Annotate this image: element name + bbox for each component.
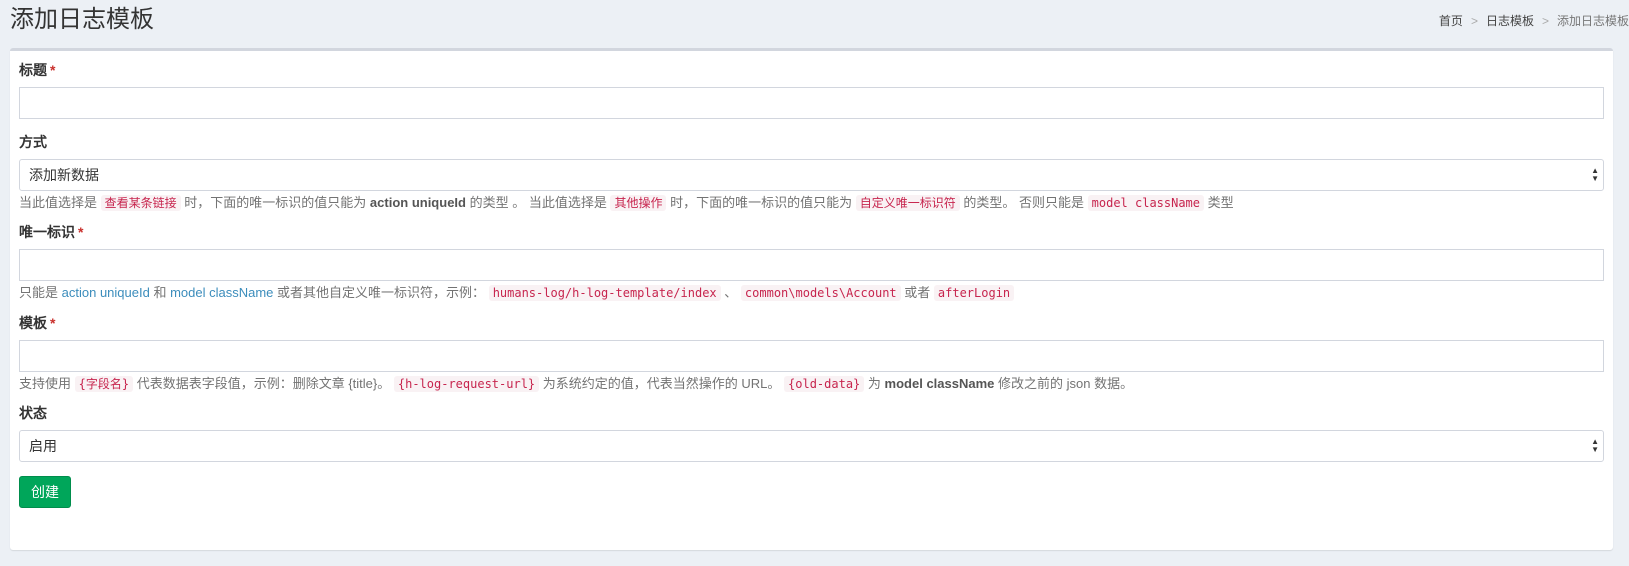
required-mark: * <box>50 315 56 331</box>
code-snippet: humans-log/h-log-template/index <box>488 285 721 301</box>
template-input[interactable] <box>19 340 1604 372</box>
title-form-group: 标题 * <box>19 61 1604 119</box>
help-link-model-classname: model className <box>170 285 274 300</box>
help-link-action-uniqueid: action uniqueId <box>61 285 150 300</box>
template-help-text: 支持使用 {字段名} 代表数据表字段值，示例：删除文章 {title}。 {h-… <box>19 376 1134 392</box>
method-help-text: 当此值选择是 查看某条链接 时，下面的唯一标识的值只能为 action uniq… <box>19 195 1234 211</box>
breadcrumb-separator: > <box>1470 14 1478 28</box>
breadcrumb-separator: > <box>1541 14 1549 28</box>
status-select[interactable]: 启用 ▲ ▼ <box>19 430 1604 462</box>
code-snippet: {字段名} <box>74 376 134 392</box>
method-select-value: 添加新数据 <box>29 167 99 183</box>
unique-id-label: 唯一标识 * <box>19 224 84 240</box>
code-snippet: {h-log-request-url} <box>393 376 540 392</box>
page-title: 添加日志模板 <box>10 6 154 33</box>
method-select[interactable]: 添加新数据 ▲ ▼ <box>19 159 1604 191</box>
chevron-up-down-icon: ▲ ▼ <box>1591 166 1599 183</box>
template-form-group: 模板 * 支持使用 {字段名} 代表数据表字段值，示例：删除文章 {title}。… <box>19 314 1604 393</box>
method-form-group: 方式 添加新数据 ▲ ▼ 当此值选择是 查看某条链接 时，下面的唯一标识的值只能为… <box>19 133 1604 212</box>
form-box: 标题 * 方式 添加新数据 ▲ ▼ 当此值选择是 查看某条链接 时，下面的唯一标识的… <box>10 48 1613 550</box>
status-select-value: 启用 <box>29 438 57 454</box>
unique-id-form-group: 唯一标识 * 只能是 action uniqueId 和 model classN… <box>19 223 1604 302</box>
breadcrumb-log-templates[interactable]: 日志模板 <box>1486 13 1534 29</box>
required-mark: * <box>50 62 56 78</box>
method-label: 方式 <box>19 134 47 150</box>
status-label: 状态 <box>19 405 47 421</box>
breadcrumb: 首页 > 日志模板 > 添加日志模板 <box>1439 13 1629 29</box>
content-header: 添加日志模板 首页 > 日志模板 > 添加日志模板 <box>0 0 1629 48</box>
template-label: 模板 * <box>19 315 56 331</box>
code-snippet: afterLogin <box>933 285 1015 301</box>
create-button[interactable]: 创建 <box>19 476 71 508</box>
title-input[interactable] <box>19 87 1604 119</box>
unique-id-input[interactable] <box>19 249 1604 281</box>
code-snippet: model className <box>1087 195 1205 211</box>
code-snippet: common\models\Account <box>740 285 901 301</box>
code-snippet: {old-data} <box>784 376 865 392</box>
code-snippet: 其他操作 <box>610 195 667 211</box>
code-snippet: 自定义唯一标识符 <box>855 195 960 211</box>
breadcrumb-current: 添加日志模板 <box>1556 14 1629 28</box>
status-form-group: 状态 启用 ▲ ▼ <box>19 404 1604 462</box>
unique-id-help-text: 只能是 action uniqueId 和 model className 或者… <box>19 284 1604 302</box>
required-mark: * <box>78 224 84 240</box>
code-snippet: 查看某条链接 <box>100 195 181 211</box>
title-label: 标题 * <box>19 62 56 78</box>
chevron-up-down-icon: ▲ ▼ <box>1591 437 1599 454</box>
breadcrumb-home[interactable]: 首页 <box>1439 13 1463 29</box>
